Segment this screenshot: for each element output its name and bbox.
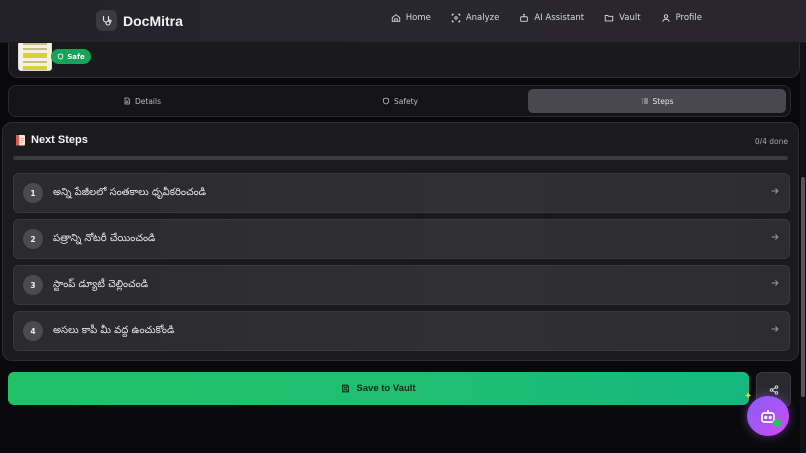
step-text: అసలు కాపీ మీ వద్ద ఉంచుకోండి [53, 325, 175, 336]
step-number: 1 [23, 183, 43, 203]
next-steps-panel: Next Steps 0/4 done 1 అన్ని పేజీలలో సంతక… [2, 122, 799, 361]
home-icon [391, 14, 400, 22]
file-icon [124, 97, 130, 105]
nav-profile[interactable]: Profile [661, 13, 702, 23]
step-number: 2 [23, 229, 43, 249]
steps-progress-bar [13, 156, 788, 160]
sparkle-icon: ✦ [744, 391, 753, 402]
bot-icon [520, 13, 529, 22]
main-nav: Home Analyze AI Assistant Vault Profile [391, 13, 702, 23]
panel-title-text: Next Steps [31, 134, 88, 146]
brand-name: DocMitra [123, 12, 183, 29]
arrow-right-icon [771, 280, 779, 286]
nav-profile-label: Profile [675, 13, 702, 23]
list-icon [641, 98, 648, 104]
step-number: 3 [23, 275, 43, 295]
step-text: స్టాంప్ డ్యూటీ చెల్లించండి [53, 279, 149, 290]
step-item[interactable]: 4 అసలు కాపీ మీ వద్ద ఉంచుకోండి [13, 311, 790, 351]
share-icon [769, 384, 778, 395]
status-badge: Safe [51, 49, 91, 64]
nav-vault[interactable]: Vault [604, 13, 641, 23]
save-to-vault-button[interactable]: Save to Vault [8, 372, 749, 405]
ai-assistant-fab[interactable] [747, 396, 789, 436]
status-badge-label: Safe [67, 52, 85, 61]
brand[interactable]: DocMitra [96, 10, 183, 31]
step-text: పత్రాన్ని నోటరీ చేయించండి [53, 233, 156, 244]
tab-bar: Details Safety Steps [8, 85, 791, 117]
tab-safety[interactable]: Safety [271, 89, 529, 113]
scrollbar-thumb[interactable] [801, 177, 805, 397]
step-text: అన్ని పేజీలలో సంతకాలు ధృవీకరించండి [53, 187, 207, 198]
arrow-right-icon [771, 188, 779, 194]
folder-icon [604, 15, 614, 22]
nav-home-label: Home [405, 13, 431, 23]
arrow-right-icon [771, 234, 779, 240]
tab-safety-label: Safety [394, 96, 418, 106]
step-number: 4 [23, 321, 43, 341]
shield-icon [382, 97, 390, 105]
step-item[interactable]: 1 అన్ని పేజీలలో సంతకాలు ధృవీకరించండి [13, 173, 790, 213]
top-navbar: DocMitra Home Analyze AI Assistant Vault… [0, 0, 806, 43]
online-indicator [773, 419, 781, 427]
shield-icon [58, 53, 64, 60]
tab-steps-label: Steps [652, 96, 674, 106]
save-icon [342, 384, 350, 393]
scan-icon [451, 13, 461, 23]
save-to-vault-label: Save to Vault [356, 383, 416, 394]
tab-details-label: Details [134, 96, 161, 106]
nav-analyze-label: Analyze [465, 13, 500, 23]
tab-details[interactable]: Details [13, 89, 271, 113]
nav-ai-assistant-label: AI Assistant [534, 13, 585, 23]
clipboard-icon [16, 135, 25, 146]
nav-vault-label: Vault [619, 13, 641, 23]
nav-home[interactable]: Home [391, 13, 431, 23]
steps-count: 0/4 done [754, 137, 788, 146]
user-icon [661, 14, 670, 22]
nav-analyze[interactable]: Analyze [451, 13, 500, 23]
nav-ai-assistant[interactable]: AI Assistant [519, 13, 584, 23]
stethoscope-icon [96, 10, 117, 31]
step-item[interactable]: 3 స్టాంప్ డ్యూటీ చెల్లించండి [13, 265, 790, 305]
tab-steps[interactable]: Steps [528, 89, 786, 113]
panel-title: Next Steps [15, 134, 88, 146]
document-thumbnail[interactable] [18, 39, 52, 71]
arrow-right-icon [771, 326, 779, 332]
scrollbar[interactable] [800, 42, 806, 453]
step-item[interactable]: 2 పత్రాన్ని నోటరీ చేయించండి [13, 219, 790, 259]
